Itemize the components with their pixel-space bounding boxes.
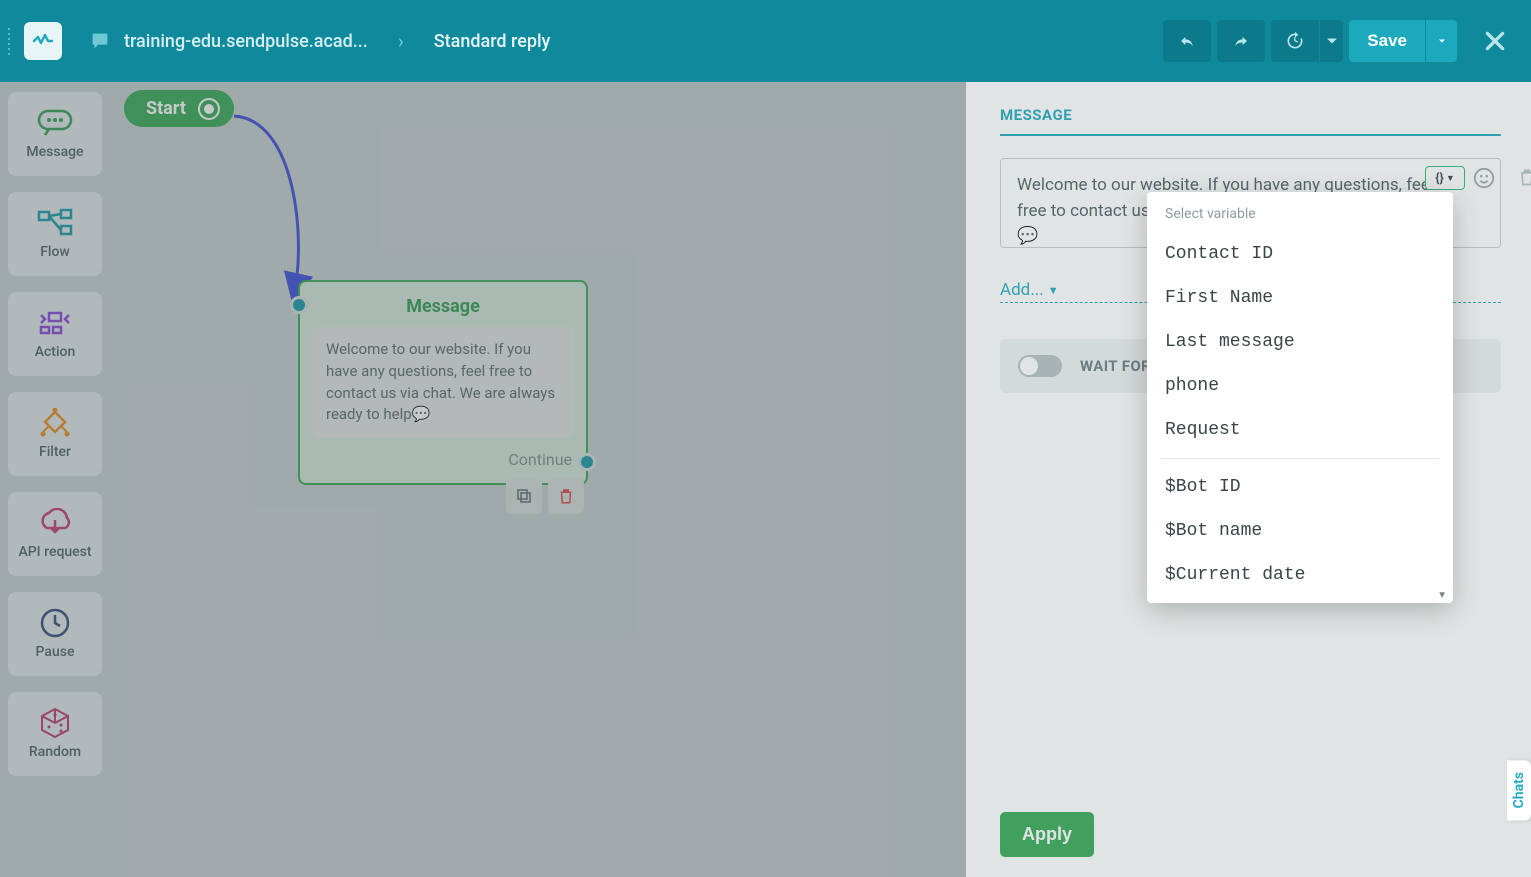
save-button[interactable]: Save — [1349, 20, 1425, 62]
panel-underline — [1000, 134, 1501, 136]
palette-filter[interactable]: Filter — [8, 392, 102, 476]
palette-label: API request — [18, 544, 91, 560]
node-toolbar — [506, 478, 584, 514]
palette-label: Flow — [40, 244, 70, 260]
variable-option[interactable]: Contact ID — [1147, 232, 1453, 276]
palette-pause[interactable]: Pause — [8, 592, 102, 676]
flow-icon — [35, 208, 75, 238]
save-dropdown[interactable] — [1425, 20, 1457, 62]
palette-random[interactable]: Random — [8, 692, 102, 776]
flow-name: Standard reply — [434, 31, 551, 52]
delete-node-button[interactable] — [548, 478, 584, 514]
chevron-down-icon: ▼ — [1437, 590, 1447, 601]
history-dropdown[interactable] — [1319, 20, 1343, 62]
palette-label: Action — [35, 344, 76, 360]
variable-option[interactable]: phone — [1147, 364, 1453, 408]
start-label: Start — [146, 98, 186, 119]
drag-handle-icon[interactable] — [8, 21, 18, 61]
duplicate-node-button[interactable] — [506, 478, 542, 514]
palette-action[interactable]: Action — [8, 292, 102, 376]
clock-icon — [35, 608, 75, 638]
apply-button[interactable]: Apply — [1000, 812, 1094, 857]
message-output-socket[interactable] — [578, 453, 596, 471]
chats-side-tab[interactable]: Chats — [1507, 760, 1531, 820]
close-button[interactable] — [1479, 25, 1511, 57]
dropdown-separator — [1161, 458, 1439, 459]
message-node-title: Message — [300, 282, 586, 327]
element-palette: Message Flow Action Filter API request P… — [8, 92, 102, 776]
message-input-socket[interactable] — [290, 296, 308, 314]
palette-label: Filter — [39, 444, 71, 460]
variable-option[interactable]: $Bot name — [1147, 509, 1453, 553]
palette-api-request[interactable]: API request — [8, 492, 102, 576]
palette-label: Message — [26, 144, 83, 160]
chat-icon — [88, 29, 112, 53]
palette-flow[interactable]: Flow — [8, 192, 102, 276]
action-icon — [35, 308, 75, 338]
variable-option[interactable]: $Bot ID — [1147, 465, 1453, 509]
message-node-body: Welcome to our website. If you have any … — [312, 327, 574, 438]
palette-message[interactable]: Message — [8, 92, 102, 176]
start-output-socket[interactable] — [200, 100, 218, 118]
variable-option[interactable]: First Name — [1147, 276, 1453, 320]
history-button[interactable] — [1271, 20, 1319, 62]
app-header: training-edu.sendpulse.acad... › Standar… — [0, 0, 1531, 82]
variable-option[interactable]: Last message — [1147, 320, 1453, 364]
filter-icon — [35, 408, 75, 438]
insert-variable-button[interactable]: {}▼ — [1425, 166, 1465, 190]
breadcrumb[interactable]: training-edu.sendpulse.acad... — [124, 31, 368, 52]
emoji-button[interactable] — [1473, 167, 1495, 189]
breadcrumb-separator: › — [398, 29, 404, 53]
app-logo[interactable] — [24, 22, 62, 60]
delete-block-button[interactable] — [1517, 166, 1531, 192]
variable-option[interactable]: $Current date — [1147, 553, 1453, 597]
variable-dropdown-heading: Select variable — [1147, 202, 1453, 232]
continue-label: Continue — [508, 450, 572, 469]
wait-toggle[interactable] — [1018, 355, 1062, 377]
message-node[interactable]: Message Welcome to our website. If you h… — [298, 280, 588, 485]
palette-label: Pause — [36, 644, 75, 660]
redo-button[interactable] — [1217, 20, 1265, 62]
message-icon — [35, 108, 75, 138]
variable-dropdown: Select variable Contact ID First Name La… — [1147, 192, 1453, 603]
dice-icon — [35, 708, 75, 738]
header-actions: Save — [1163, 20, 1511, 62]
palette-label: Random — [29, 744, 81, 760]
panel-title: MESSAGE — [1000, 106, 1501, 124]
variable-option[interactable]: Request — [1147, 408, 1453, 452]
cloud-icon — [35, 508, 75, 538]
start-node[interactable]: Start — [124, 90, 234, 127]
undo-button[interactable] — [1163, 20, 1211, 62]
